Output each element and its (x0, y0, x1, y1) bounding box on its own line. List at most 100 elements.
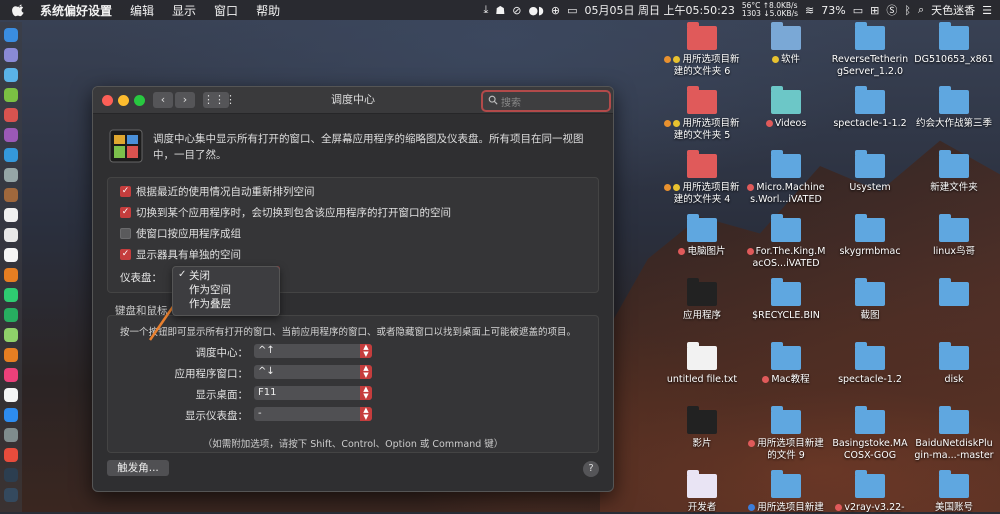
desktop-item[interactable]: 用所选项目新建的文件夹 6 (662, 22, 742, 78)
title-bar[interactable]: 调度中心 ‹ › ⋮⋮⋮ 搜索 (93, 87, 613, 114)
dashboard-option-as-overlay[interactable]: 作为叠层 (189, 296, 231, 311)
datetime[interactable]: 05月05日 周日 上午05:50:23 (584, 2, 734, 18)
app-gray-icon[interactable] (4, 168, 18, 182)
hot-corners-button[interactable]: 触发角... (107, 460, 169, 476)
safari-icon[interactable] (4, 68, 18, 82)
chat-icon[interactable]: ●◗ (528, 4, 543, 17)
checkbox-row-switch-space[interactable]: ✓ 切换到某个应用程序时，会切换到包含该应用程序的打开窗口的空间 (120, 205, 451, 220)
reminders-icon[interactable] (4, 228, 18, 242)
desktop-item[interactable]: 用所选项目新建 (746, 470, 826, 514)
checkbox-row-group-windows[interactable]: 使窗口按应用程序成组 (120, 226, 241, 241)
checkbox-switch-space[interactable]: ✓ (120, 207, 131, 218)
desktop-item[interactable]: spectacle-1-1.2 (830, 86, 910, 130)
desktop-item[interactable]: v2ray-v3.22- (830, 470, 910, 514)
android-icon[interactable] (4, 88, 18, 102)
app-brown-icon[interactable] (4, 188, 18, 202)
desktop-item[interactable]: 新建文件夹 (914, 150, 994, 194)
checkbox-row-rearrange[interactable]: ✓ 根据最近的使用情况自动重新排列空间 (120, 184, 315, 199)
notes-icon[interactable] (4, 248, 18, 262)
charts-icon[interactable] (4, 388, 18, 402)
desktop-item[interactable]: 电脑图片 (662, 214, 742, 258)
desktop-item[interactable]: disk (914, 342, 994, 386)
desktop-item[interactable]: For.The.King.MacOS...iVATED (746, 214, 826, 270)
desktop-item[interactable]: 软件 (746, 22, 826, 66)
checkbox-group-windows[interactable] (120, 228, 131, 239)
desktop-item[interactable]: Micro.Machines.Worl...iVATED (746, 150, 826, 206)
activity-icon[interactable] (4, 488, 18, 502)
desktop-item[interactable]: linux鸟哥 (914, 214, 994, 258)
finder-icon[interactable] (4, 28, 18, 42)
desktop-item[interactable]: skygrmbmac (830, 214, 910, 258)
app-red-icon[interactable] (4, 108, 18, 122)
photos-icon[interactable] (4, 268, 18, 282)
desktop-item[interactable]: DG510653_x861 (914, 22, 994, 66)
desktop-item[interactable]: $RECYCLE.BIN (746, 278, 826, 322)
menu-edit[interactable]: 编辑 (130, 2, 154, 19)
show-all-button[interactable]: ⋮⋮⋮ (203, 92, 236, 108)
notification-center-icon[interactable]: ☰ (982, 4, 992, 17)
desktop-item[interactable]: 开发者 (662, 470, 742, 514)
menu-app-name[interactable]: 系统偏好设置 (40, 2, 112, 19)
screen-icon[interactable]: ▭ (567, 4, 577, 17)
shortcut-select-app-windows[interactable]: ^↓ ▲ ▼ (254, 365, 372, 379)
dashboard-popup-menu[interactable]: ✓ 关闭 作为空间 作为叠层 (172, 266, 280, 316)
vivaldi-icon[interactable] (4, 448, 18, 462)
input-source-icon[interactable]: ⊞ (870, 4, 879, 17)
search-input[interactable]: 搜索 (501, 94, 521, 109)
shortcut-select-show-dashboard[interactable]: - ▲ ▼ (254, 407, 372, 421)
battery-percent[interactable]: 73% (821, 4, 845, 17)
shortcut-select-mission-control[interactable]: ^↑ ▲ ▼ (254, 344, 372, 358)
app-blue-icon[interactable] (4, 148, 18, 162)
desktop-item[interactable]: 用所选项目新建的文件夹 5 (662, 86, 742, 142)
menu-view[interactable]: 显示 (172, 2, 196, 19)
bluetooth-icon[interactable]: ᛒ (904, 4, 911, 17)
messages-icon[interactable] (4, 288, 18, 302)
desktop-item[interactable]: Basingstoke.MACOSX-GOG (830, 406, 910, 462)
desktop-item[interactable]: 用所选项目新建的文件 9 (746, 406, 826, 462)
desktop-item[interactable]: 美国账号 (914, 470, 994, 514)
compass-icon[interactable]: ⊘ (512, 4, 521, 17)
download-icon[interactable]: ⤓ (483, 3, 488, 17)
checkbox-rearrange[interactable]: ✓ (120, 186, 131, 197)
checkbox-row-separate-spaces[interactable]: ✓ 显示器具有单独的空间 (120, 247, 241, 262)
maps-icon[interactable] (4, 328, 18, 342)
launchpad-icon[interactable] (4, 48, 18, 62)
desktop-item[interactable]: 应用程序 (662, 278, 742, 322)
globe-icon[interactable]: ⊕ (551, 4, 560, 17)
user-name[interactable]: 天色迷香 (931, 2, 975, 18)
desktop-item[interactable]: 影片 (662, 406, 742, 450)
desktop-item[interactable]: ReverseTetheringServer_1.2.0 (830, 22, 910, 78)
desktop-item[interactable]: 截图 (830, 278, 910, 322)
desktop-item[interactable]: Videos (746, 86, 826, 130)
desktop-item[interactable]: 用所选项目新建的文件夹 4 (662, 150, 742, 206)
app-s-icon[interactable]: Ⓢ (886, 2, 897, 18)
forward-button[interactable]: › (175, 92, 195, 108)
dashboard-option-as-space[interactable]: 作为空间 (189, 282, 231, 297)
spotlight-icon[interactable]: ⌕ (918, 3, 924, 17)
desktop-item[interactable]: BaiduNetdiskPlugin-ma...-master (914, 406, 994, 462)
close-button[interactable] (102, 95, 113, 106)
apple-icon[interactable] (12, 3, 26, 17)
appstore-icon[interactable] (4, 408, 18, 422)
minimize-button[interactable] (118, 95, 129, 106)
back-button[interactable]: ‹ (153, 92, 173, 108)
facetime-icon[interactable] (4, 308, 18, 322)
desktop-item[interactable]: Mac教程 (746, 342, 826, 386)
desktop-item[interactable]: 约会大作战第三季 (914, 86, 994, 130)
terminal-icon[interactable] (4, 468, 18, 482)
battery-icon[interactable]: ▭ (853, 4, 863, 17)
zoom-button[interactable] (134, 95, 145, 106)
books-icon[interactable] (4, 348, 18, 362)
desktop-item[interactable]: Usystem (830, 150, 910, 194)
desktop-item[interactable]: untitled file.txt (662, 342, 742, 386)
music-icon[interactable] (4, 368, 18, 382)
search-field[interactable]: 搜索 (481, 90, 611, 112)
menu-help[interactable]: 帮助 (256, 2, 280, 19)
ghost-icon[interactable]: ☗ (495, 4, 505, 17)
desktop-item[interactable] (914, 278, 994, 310)
wifi-icon[interactable]: ≋ (805, 4, 814, 17)
menu-window[interactable]: 窗口 (214, 2, 238, 19)
help-button[interactable]: ? (583, 461, 599, 477)
calendar-icon[interactable] (4, 208, 18, 222)
system-preferences-icon[interactable] (4, 428, 18, 442)
